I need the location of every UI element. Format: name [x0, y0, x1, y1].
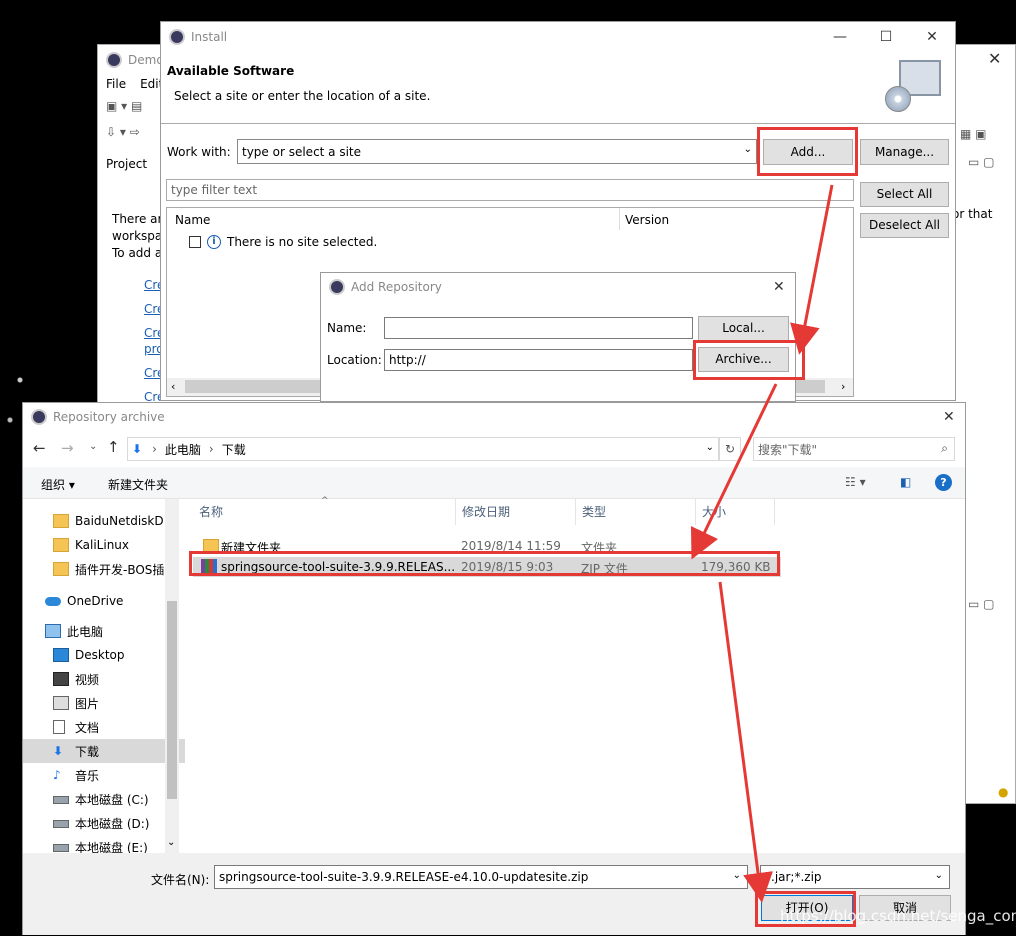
watermark: https://blog.csdn.net/senga_com — [780, 907, 1016, 925]
arrow-file-to-open — [718, 581, 773, 903]
annotation-arrows — [690, 184, 834, 903]
arrow-add-to-archive — [790, 184, 834, 355]
arrow-archive-to-file — [690, 383, 778, 560]
